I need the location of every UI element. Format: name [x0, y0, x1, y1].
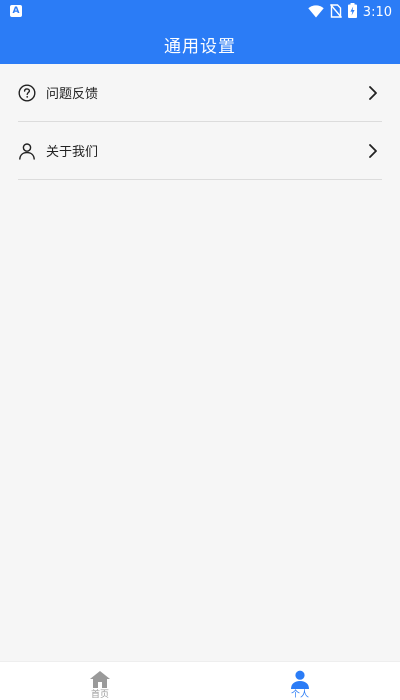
question-circle-icon: [18, 83, 36, 102]
nav-item-profile[interactable]: 个人: [200, 662, 400, 700]
bottom-nav: 首页 个人: [0, 661, 400, 700]
status-bar: A 3:10: [0, 0, 400, 24]
chevron-right-icon: [366, 143, 380, 158]
nav-label-home: 首页: [90, 690, 109, 700]
status-icons: 3:10: [308, 2, 392, 22]
settings-list: 问题反馈 关于我们: [0, 64, 400, 180]
settings-item-about[interactable]: 关于我们: [18, 122, 382, 180]
phone-screen: A 3:10 通用设置 问题反馈 关于我们 首页 个人: [0, 0, 400, 700]
home-icon: [89, 670, 111, 689]
app-notification-icon: A: [10, 5, 22, 17]
page-title: 通用设置: [164, 36, 236, 57]
settings-item-label: 问题反馈: [46, 87, 99, 102]
status-time: 3:10: [362, 4, 392, 20]
nav-item-home[interactable]: 首页: [0, 662, 200, 700]
settings-item-feedback[interactable]: 问题反馈: [18, 64, 382, 122]
wifi-icon: [308, 3, 324, 22]
person-icon: [289, 670, 311, 689]
settings-item-label: 关于我们: [46, 145, 99, 160]
chevron-right-icon: [366, 85, 380, 100]
nav-label-profile: 个人: [290, 690, 309, 700]
no-sim-icon: [329, 3, 342, 22]
battery-charging-icon: [347, 2, 357, 22]
app-bar: 通用设置: [0, 24, 400, 64]
person-outline-icon: [18, 142, 36, 160]
